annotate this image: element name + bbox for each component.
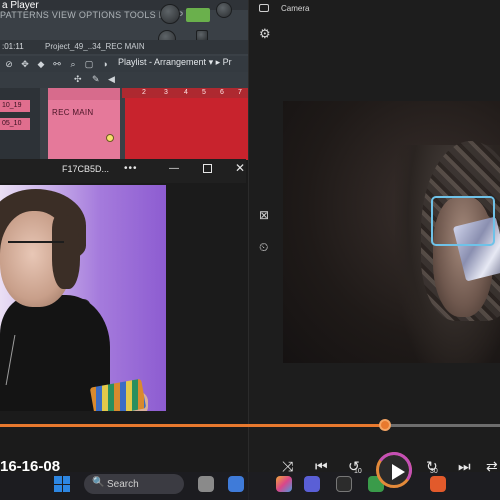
camera-app-icon bbox=[259, 4, 269, 12]
snap-icon[interactable]: ⊘ bbox=[4, 59, 14, 69]
teams-icon[interactable] bbox=[304, 476, 320, 492]
master-volume-knob[interactable] bbox=[160, 4, 180, 24]
song-time: :01:11 bbox=[2, 42, 24, 51]
windows-start-icon[interactable] bbox=[54, 476, 70, 492]
track-tag[interactable]: 10_19 bbox=[0, 100, 30, 112]
close-button[interactable]: ✕ bbox=[235, 161, 245, 175]
track-list: 10_19 05_10 bbox=[0, 88, 40, 160]
zoom-icon[interactable]: ⌕ bbox=[68, 59, 78, 69]
next-button[interactable]: ⏭ bbox=[458, 458, 471, 475]
slip-icon[interactable]: ◑ bbox=[100, 59, 110, 69]
magnet-icon[interactable]: ✥ bbox=[20, 59, 30, 69]
master-pitch-knob[interactable] bbox=[216, 2, 232, 18]
speaker-icon[interactable]: ◀ bbox=[108, 74, 115, 85]
tools-icon[interactable]: ✣ bbox=[74, 74, 82, 85]
seek-bar-thumb[interactable] bbox=[379, 419, 391, 431]
repeat-button[interactable]: ⇄ bbox=[486, 458, 498, 475]
pattern-handle[interactable] bbox=[106, 134, 114, 142]
forward-seconds: 30 bbox=[430, 468, 438, 475]
gear-icon[interactable]: ⚙ bbox=[259, 26, 271, 42]
pattern-header bbox=[48, 88, 120, 100]
timeline-ruler[interactable]: 2 3 4 5 6 7 bbox=[122, 88, 248, 98]
pattern-label: REC MAIN bbox=[52, 108, 94, 117]
project-name: Project_49_..34_REC MAIN bbox=[45, 42, 145, 51]
photos-icon[interactable] bbox=[276, 476, 292, 492]
ruler-mark: 3 bbox=[164, 89, 168, 96]
search-placeholder: Search bbox=[107, 479, 139, 490]
app-icon[interactable] bbox=[228, 476, 244, 492]
ruler-mark: 5 bbox=[202, 89, 206, 96]
playlist-arrow: ▸ Pr bbox=[215, 57, 232, 67]
fl-toolbar-2: ✣ ✎ ◀ bbox=[0, 72, 248, 88]
search-icon: 🔍 bbox=[92, 477, 105, 488]
maximize-button[interactable] bbox=[203, 164, 212, 173]
play-icon bbox=[392, 464, 405, 480]
ruler-mark: 7 bbox=[238, 89, 242, 96]
audio-clip[interactable] bbox=[125, 98, 248, 160]
camera-taskbar-icon[interactable] bbox=[336, 476, 352, 492]
link-icon[interactable]: ⚯ bbox=[52, 59, 62, 69]
no-camera-icon[interactable]: ⊠ bbox=[259, 208, 269, 222]
play-button[interactable] bbox=[376, 452, 412, 488]
track-tag[interactable]: 05_10 bbox=[0, 118, 30, 130]
fl-studio-window: a Player PATTERNS VIEW OPTIONS TOOLS HEL… bbox=[0, 0, 248, 160]
taskbar bbox=[0, 472, 500, 500]
fl-status-badge bbox=[186, 8, 210, 22]
task-view-icon[interactable] bbox=[198, 476, 214, 492]
ruler-mark: 2 bbox=[142, 89, 146, 96]
timer-icon[interactable]: ⏲ bbox=[259, 240, 268, 255]
playlist-dropdown-icon[interactable]: ▾ bbox=[209, 57, 216, 67]
camera-title: Camera bbox=[281, 4, 310, 13]
minimize-button[interactable]: — bbox=[169, 163, 179, 174]
media-title: F17CB5D... bbox=[62, 164, 110, 174]
rewind-seconds: 10 bbox=[354, 468, 362, 475]
pencil-icon[interactable]: ✎ bbox=[92, 74, 100, 85]
playlist-title[interactable]: Playlist - Arrangement ▾ ▸ Pr bbox=[118, 57, 232, 68]
app3-icon[interactable] bbox=[430, 476, 446, 492]
face-detection-box bbox=[431, 196, 495, 246]
playlist-title-text: Playlist - Arrangement bbox=[118, 57, 207, 67]
shuffle-button[interactable]: ⤨ bbox=[282, 458, 293, 475]
desktop: a Player PATTERNS VIEW OPTIONS TOOLS HEL… bbox=[0, 0, 500, 500]
more-options-button[interactable]: ••• bbox=[124, 163, 138, 174]
previous-button[interactable]: ⏮ bbox=[315, 458, 328, 475]
seek-bar-progress bbox=[0, 424, 385, 427]
fl-menu-bar[interactable]: PATTERNS VIEW OPTIONS TOOLS HELP bbox=[0, 10, 183, 22]
diamond-icon[interactable]: ◆ bbox=[36, 59, 46, 69]
ruler-mark: 4 bbox=[184, 89, 188, 96]
video-subject-glasses bbox=[8, 241, 64, 253]
select-icon[interactable]: ▢ bbox=[84, 59, 94, 69]
ruler-mark: 6 bbox=[220, 89, 224, 96]
video-frame[interactable] bbox=[0, 185, 166, 411]
fl-info-row: :01:11 Project_49_..34_REC MAIN bbox=[0, 40, 248, 54]
